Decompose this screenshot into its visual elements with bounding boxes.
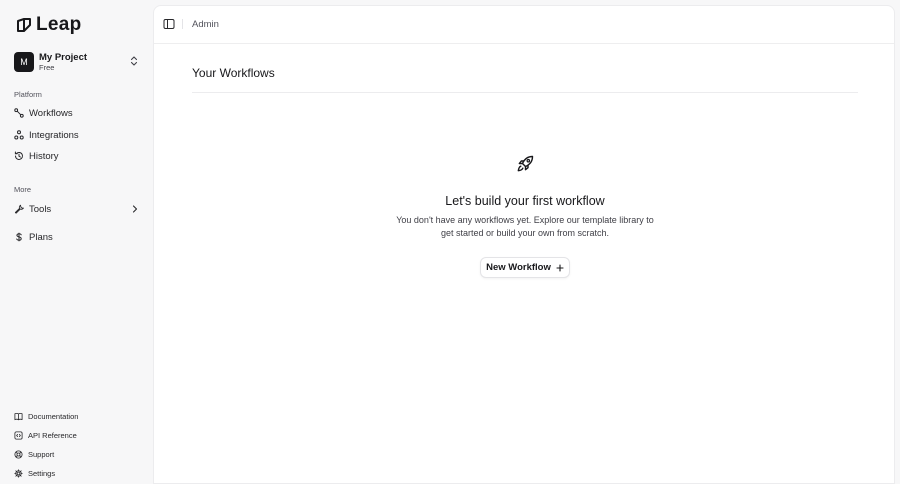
rocket-icon (517, 155, 534, 172)
toolbar-divider (182, 19, 183, 29)
sidebar-item-label: History (29, 150, 59, 162)
new-workflow-label: New Workflow (486, 262, 551, 273)
book-icon (14, 412, 23, 420)
sidebar-item-label: Support (28, 449, 55, 459)
sidebar-item-label: Workflows (29, 107, 73, 119)
code-icon (14, 430, 23, 440)
leap-logo-icon (17, 18, 31, 32)
sidebar-item-integrations[interactable]: Integrations (8, 126, 144, 144)
sidebar: Leap M My Project Free Platform Workflow… (0, 0, 152, 484)
dollar-icon (16, 232, 22, 242)
plus-icon (556, 263, 564, 272)
wrench-icon (14, 204, 24, 214)
new-workflow-button[interactable]: New Workflow (480, 257, 570, 278)
sidebar-item-label: Tools (29, 203, 52, 215)
project-plan: Free (39, 63, 55, 72)
sidebar-item-settings[interactable]: Settings (8, 465, 144, 481)
sidebar-item-label: API Reference (28, 430, 77, 440)
sidebar-item-history[interactable]: History (8, 147, 144, 165)
brand-logo[interactable]: Leap (16, 14, 82, 36)
project-switcher[interactable]: M My Project Free (8, 49, 144, 75)
chevrons-up-down-icon (130, 56, 138, 66)
section-label-more: More (14, 185, 32, 194)
sidebar-item-tools[interactable]: Tools (8, 200, 144, 218)
project-name: My Project (39, 51, 88, 63)
sidebar-item-label: Integrations (29, 129, 79, 141)
integrations-icon (14, 130, 24, 140)
sidebar-item-api-reference[interactable]: API Reference (8, 427, 144, 443)
sidebar-item-documentation[interactable]: Documentation (8, 408, 144, 424)
history-icon (14, 151, 23, 160)
sidebar-toggle-icon[interactable] (163, 18, 175, 30)
sidebar-item-label: Documentation (28, 411, 79, 421)
sidebar-item-plans[interactable]: Plans (8, 228, 144, 246)
project-avatar: M (14, 52, 34, 72)
main-panel: Admin Your Workflows Let's build your fi… (153, 5, 895, 484)
lifebuoy-icon (14, 449, 23, 459)
gear-icon (14, 468, 23, 478)
sidebar-item-label: Plans (29, 231, 53, 243)
workflow-icon (14, 108, 24, 118)
empty-state-description: You don't have any workflows yet. Explor… (396, 215, 654, 238)
sidebar-item-label: Settings (28, 468, 56, 478)
section-label-platform: Platform (14, 90, 42, 99)
breadcrumb[interactable]: Admin (192, 19, 219, 30)
brand-name: Leap (36, 14, 82, 35)
empty-state-heading: Let's build your first workflow (445, 194, 605, 208)
sidebar-item-support[interactable]: Support (8, 446, 144, 462)
page-title: Your Workflows (192, 66, 275, 80)
sidebar-item-workflows[interactable]: Workflows (8, 104, 144, 122)
top-bar: Admin (154, 6, 894, 44)
title-divider (192, 92, 858, 93)
chevron-right-icon (132, 205, 138, 213)
